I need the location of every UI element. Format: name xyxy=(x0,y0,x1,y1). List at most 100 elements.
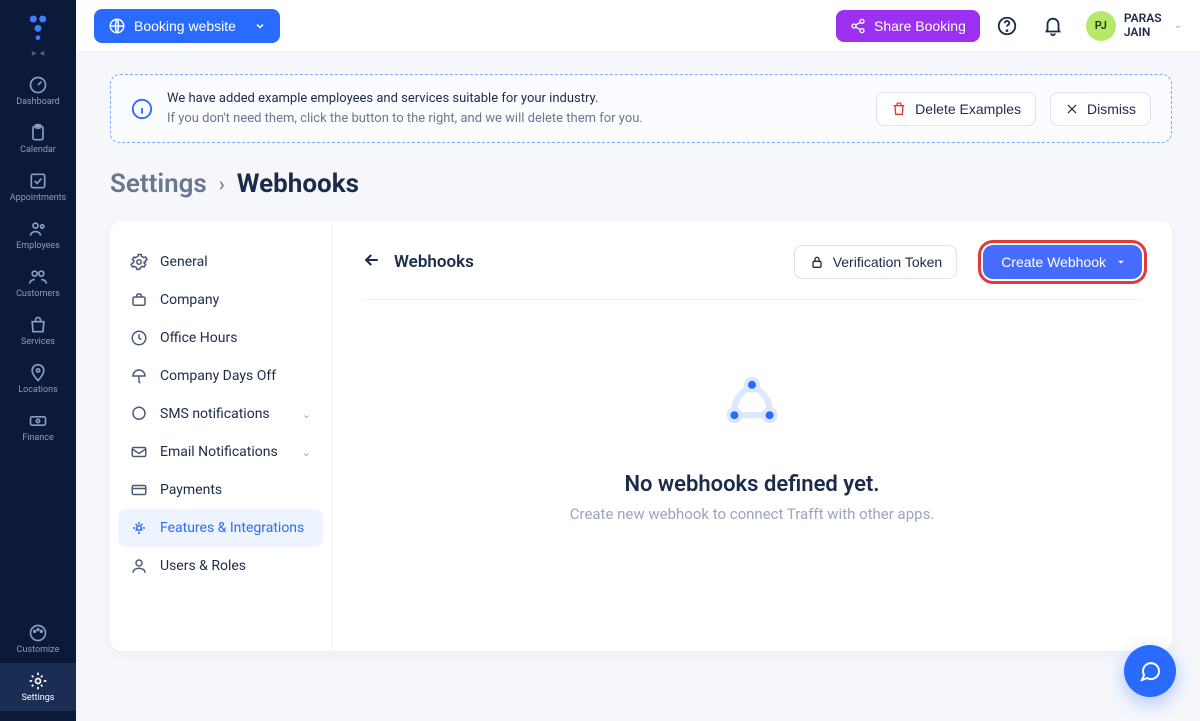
breadcrumb-root[interactable]: Settings xyxy=(110,169,207,199)
settings-item-company[interactable]: Company xyxy=(118,281,323,319)
chevron-down-icon: ⌄ xyxy=(302,408,311,421)
delete-examples-button[interactable]: Delete Examples xyxy=(876,92,1036,126)
arrow-left-icon xyxy=(362,250,382,270)
chat-bubble-icon xyxy=(1138,659,1162,683)
nav-item-employees[interactable]: Employees xyxy=(0,211,76,259)
settings-item-label: Features & Integrations xyxy=(160,520,304,536)
nav-item-finance[interactable]: Finance xyxy=(0,403,76,451)
nav-label: Finance xyxy=(22,433,53,443)
users-icon xyxy=(28,219,48,239)
nav-label: Locations xyxy=(18,385,57,395)
dismiss-banner-button[interactable]: Dismiss xyxy=(1050,92,1151,126)
globe-icon xyxy=(108,17,126,35)
settings-item-label: Office Hours xyxy=(160,330,237,346)
avatar: PJ xyxy=(1086,11,1116,41)
settings-item-label: Users & Roles xyxy=(160,558,246,574)
nav-item-dashboard[interactable]: Dashboard xyxy=(0,67,76,115)
empty-title: No webhooks defined yet. xyxy=(624,472,879,497)
settings-item-sms[interactable]: SMS notifications ⌄ xyxy=(118,395,323,433)
nav-label: Appointments xyxy=(10,193,66,203)
info-icon xyxy=(131,98,153,120)
nav-label: Dashboard xyxy=(16,97,60,107)
booking-website-dropdown[interactable]: Booking website xyxy=(94,9,280,43)
sidebar-expand-handle[interactable]: ▸ ◂ xyxy=(32,48,45,59)
nav-label: Calendar xyxy=(20,145,56,155)
settings-item-email[interactable]: Email Notifications ⌄ xyxy=(118,433,323,471)
verification-token-button[interactable]: Verification Token xyxy=(794,245,957,279)
info-banner: We have added example employees and serv… xyxy=(110,74,1172,143)
customers-icon xyxy=(28,267,48,287)
create-label: Create Webhook xyxy=(1001,254,1106,270)
settings-item-label: SMS notifications xyxy=(160,406,270,422)
user-menu[interactable]: PJ PARAS JAIN ⌄ xyxy=(1086,11,1182,41)
share-icon xyxy=(850,18,866,34)
dismiss-label: Dismiss xyxy=(1087,101,1136,117)
briefcase-icon xyxy=(130,291,148,309)
nav-item-customers[interactable]: Customers xyxy=(0,259,76,307)
breadcrumb-current: Webhooks xyxy=(237,169,359,199)
nav-item-locations[interactable]: Locations xyxy=(0,355,76,403)
empty-state: No webhooks defined yet. Create new webh… xyxy=(362,300,1142,523)
settings-item-office-hours[interactable]: Office Hours xyxy=(118,319,323,357)
gauge-icon xyxy=(28,75,48,95)
webhook-icon xyxy=(712,364,792,444)
clock-icon xyxy=(130,329,148,347)
app-logo-icon xyxy=(24,12,52,40)
mail-icon xyxy=(130,443,148,461)
settings-menu: General Company Office Hours Company Day… xyxy=(110,221,332,651)
nav-item-settings[interactable]: Settings xyxy=(0,663,76,711)
back-button[interactable] xyxy=(362,250,382,274)
panel-title: Webhooks xyxy=(394,252,474,272)
chevron-right-icon: › xyxy=(219,172,225,196)
chat-icon xyxy=(130,405,148,423)
settings-item-label: General xyxy=(160,254,208,270)
settings-item-users-roles[interactable]: Users & Roles xyxy=(118,547,323,585)
settings-item-general[interactable]: General xyxy=(118,243,323,281)
spark-icon xyxy=(130,519,148,537)
notifications-button[interactable] xyxy=(1034,7,1072,45)
nav-item-customize[interactable]: Customize xyxy=(0,615,76,663)
chevron-down-icon: ⌄ xyxy=(302,446,311,459)
help-icon xyxy=(996,15,1018,37)
settings-item-label: Company xyxy=(160,292,219,308)
check-square-icon xyxy=(28,171,48,191)
settings-item-label: Payments xyxy=(160,482,222,498)
nav-item-appointments[interactable]: Appointments xyxy=(0,163,76,211)
panel-header: Webhooks Verification Token Create Webho… xyxy=(362,245,1142,300)
empty-subtitle: Create new webhook to connect Trafft wit… xyxy=(570,505,935,523)
bag-icon xyxy=(28,315,48,335)
nav-label: Employees xyxy=(16,241,60,251)
nav-item-calendar[interactable]: Calendar xyxy=(0,115,76,163)
create-webhook-button[interactable]: Create Webhook xyxy=(983,245,1142,279)
clipboard-icon xyxy=(28,123,48,143)
website-label: Booking website xyxy=(134,18,236,34)
banner-line1: We have added example employees and serv… xyxy=(167,89,862,109)
chevron-down-icon: ⌄ xyxy=(1174,20,1182,31)
caret-down-icon xyxy=(1116,257,1126,267)
breadcrumb: Settings › Webhooks xyxy=(110,169,1172,199)
app-sidebar: ▸ ◂ Dashboard Calendar Appointments Empl… xyxy=(0,0,76,721)
gear-icon xyxy=(130,253,148,271)
banner-line2: If you don't need them, click the button… xyxy=(167,109,862,129)
nav-label: Customers xyxy=(16,289,60,299)
umbrella-icon xyxy=(130,367,148,385)
help-chat-fab[interactable] xyxy=(1124,645,1176,697)
gear-icon xyxy=(28,671,48,691)
nav-label: Services xyxy=(21,337,55,347)
settings-item-label: Email Notifications xyxy=(160,444,278,460)
bell-icon xyxy=(1042,15,1064,37)
chevron-down-icon xyxy=(254,20,266,32)
delete-label: Delete Examples xyxy=(915,101,1021,117)
close-icon xyxy=(1065,102,1079,116)
nav-label: Settings xyxy=(22,693,55,703)
help-button[interactable] xyxy=(988,7,1026,45)
settings-item-days-off[interactable]: Company Days Off xyxy=(118,357,323,395)
nav-item-services[interactable]: Services xyxy=(0,307,76,355)
verification-label: Verification Token xyxy=(833,254,942,270)
topbar: Booking website Share Booking PJ PARAS J… xyxy=(76,0,1200,52)
settings-item-features[interactable]: Features & Integrations xyxy=(118,509,323,547)
settings-item-payments[interactable]: Payments xyxy=(118,471,323,509)
settings-item-label: Company Days Off xyxy=(160,368,276,384)
share-label: Share Booking xyxy=(874,18,966,34)
share-booking-button[interactable]: Share Booking xyxy=(836,10,980,42)
